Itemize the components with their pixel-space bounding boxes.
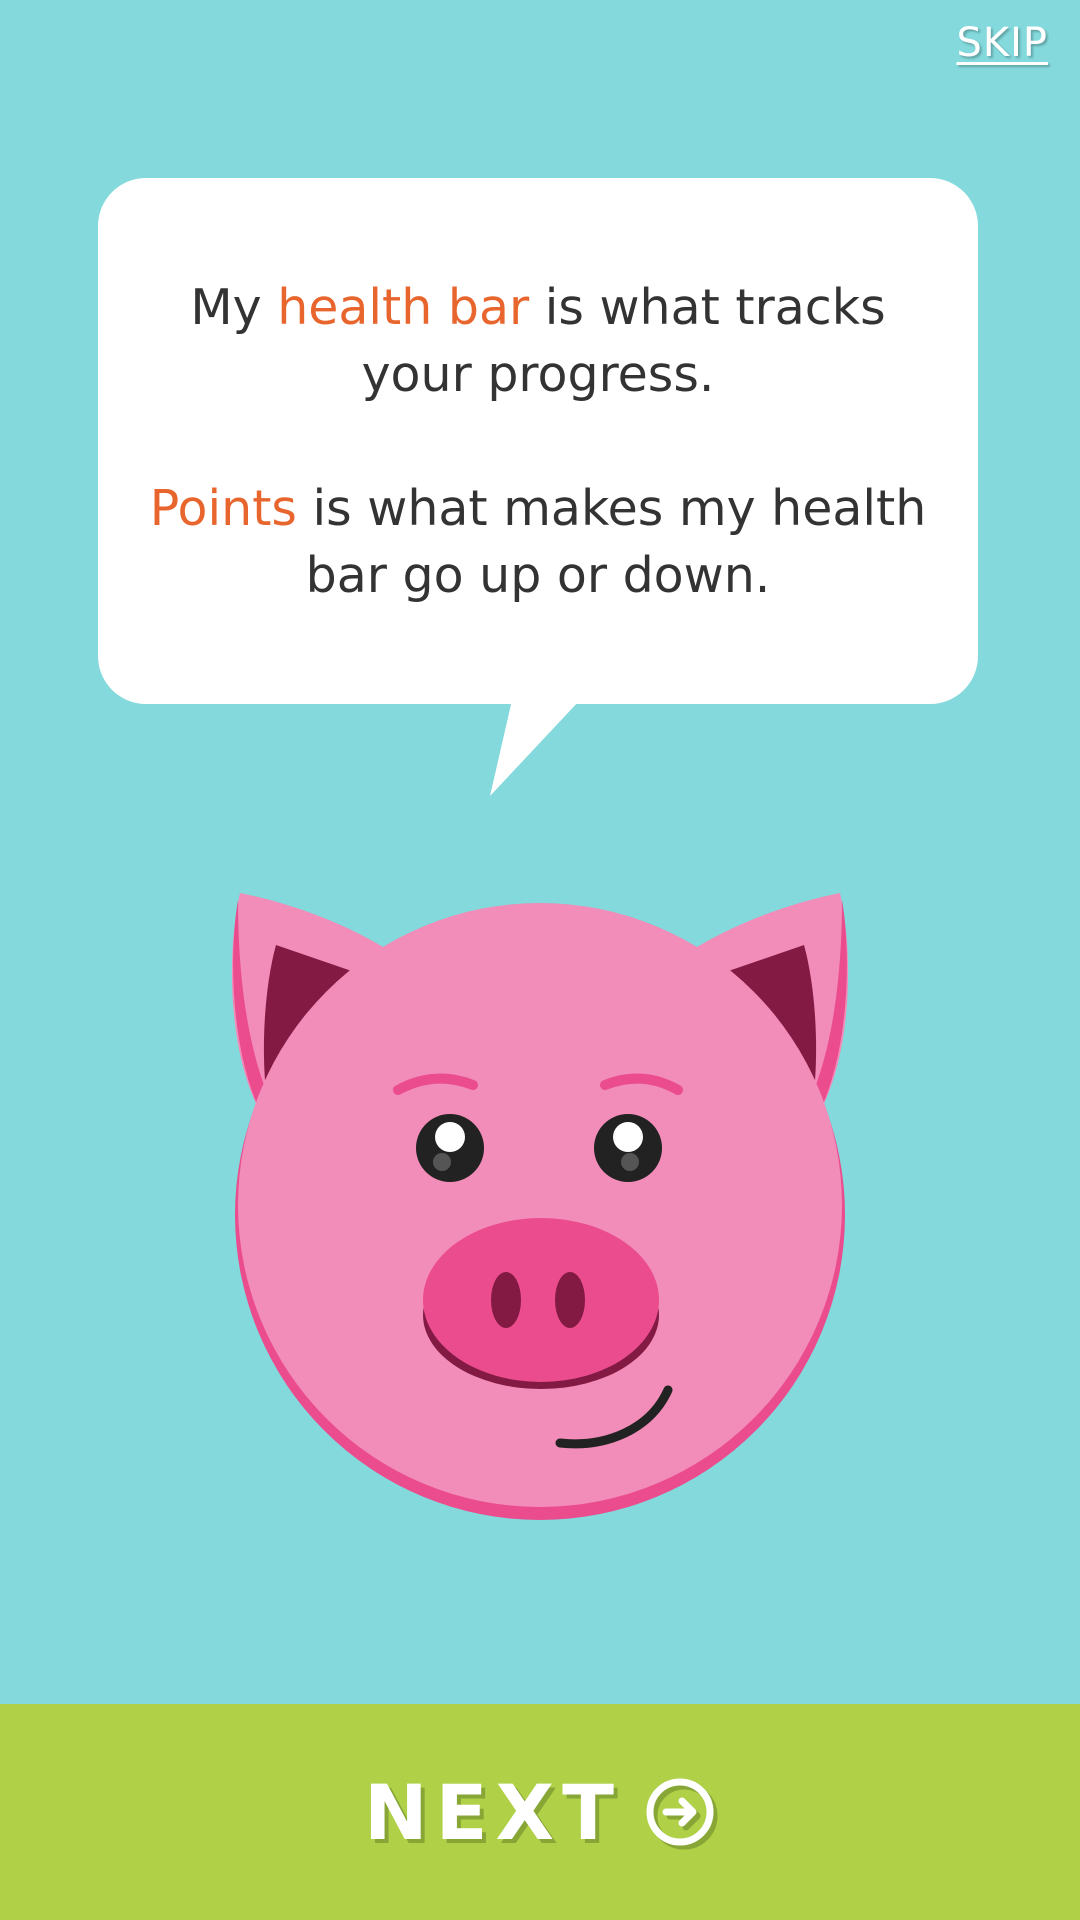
- skip-link[interactable]: SKIP: [956, 20, 1048, 66]
- points-highlight: Points: [149, 479, 297, 537]
- bubble-text: My: [190, 278, 278, 336]
- speech-bubble: My health bar is what tracks your progre…: [98, 178, 978, 704]
- next-button[interactable]: NEXT: [0, 1704, 1080, 1920]
- bubble-text: is what makes my health bar go up or dow…: [296, 479, 927, 604]
- health-bar-highlight: health bar: [277, 278, 530, 336]
- bubble-paragraph-health-bar: My health bar is what tracks your progre…: [98, 274, 978, 408]
- arrow-circle-right-icon: [646, 1778, 714, 1846]
- bubble-paragraph-points: Points is what makes my health bar go up…: [98, 475, 978, 609]
- next-label: NEXT: [364, 1767, 622, 1857]
